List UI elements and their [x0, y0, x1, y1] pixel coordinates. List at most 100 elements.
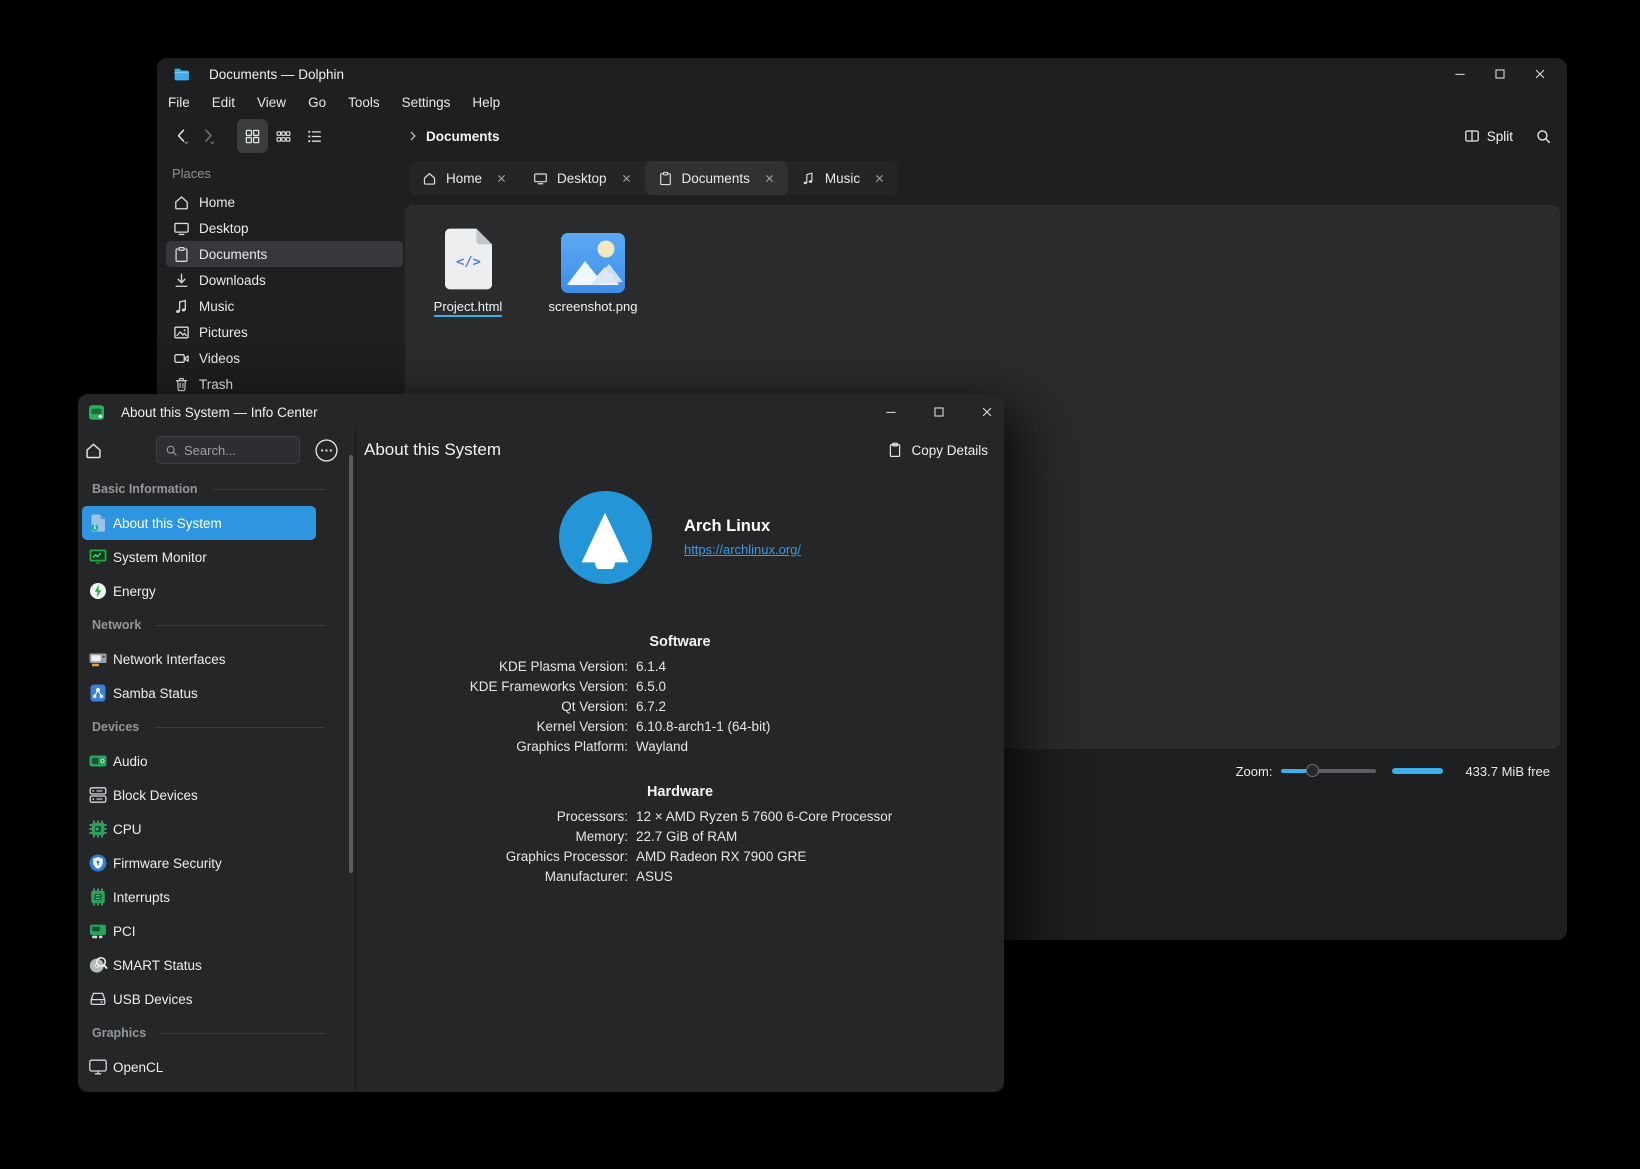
- place-item[interactable]: Pictures: [166, 319, 403, 345]
- infocenter-window: About this System — Info Center: [78, 394, 1004, 1092]
- infocenter-left-pane: Basic Information About this System Sy: [78, 430, 355, 1092]
- folder-tab[interactable]: Music: [788, 161, 898, 195]
- file-item[interactable]: </> Project.html: [413, 221, 523, 317]
- sidebar-item-label: Graphics: [92, 1026, 146, 1040]
- search-field[interactable]: [156, 436, 300, 464]
- zoom-slider-handle[interactable]: [1306, 764, 1319, 777]
- split-button[interactable]: Split: [1464, 128, 1513, 144]
- back-button[interactable]: [169, 120, 195, 152]
- icons-view-button[interactable]: [237, 119, 268, 153]
- distro-logo: [559, 491, 652, 584]
- close-button[interactable]: [980, 405, 994, 419]
- sidebar-item[interactable]: Firmware Security: [82, 846, 316, 880]
- details-view-button[interactable]: [299, 119, 330, 153]
- sidebar-item[interactable]: Devices: [82, 710, 325, 744]
- copy-details-button[interactable]: Copy Details: [887, 442, 988, 458]
- dolphin-titlebar[interactable]: Documents — Dolphin: [157, 58, 1567, 90]
- info-value: 6.10.8-arch1-1 (64-bit): [636, 717, 1004, 737]
- sidebar-item[interactable]: Energy: [82, 574, 316, 608]
- minimize-button[interactable]: [884, 405, 898, 419]
- search-button[interactable]: [1535, 127, 1553, 145]
- close-button[interactable]: [1533, 67, 1547, 81]
- distro-url-link[interactable]: https://archlinux.org/: [684, 542, 801, 557]
- block-devices-icon: [88, 785, 108, 805]
- zoom-slider[interactable]: [1281, 769, 1376, 773]
- maximize-button[interactable]: [1493, 67, 1507, 81]
- home-nav-button[interactable]: [84, 441, 103, 460]
- menu-item[interactable]: Help: [461, 95, 511, 110]
- hardware-heading: Hardware: [356, 784, 1004, 800]
- breadcrumb-folder[interactable]: Documents: [426, 129, 500, 144]
- menu-item[interactable]: Tools: [337, 95, 391, 110]
- sidebar-item[interactable]: Network Interfaces: [82, 642, 316, 676]
- info-label: Memory:: [356, 827, 628, 847]
- sidebar-item[interactable]: PCI: [82, 914, 316, 948]
- sidebar-item[interactable]: Samba Status: [82, 676, 316, 710]
- copy-details-label: Copy Details: [911, 443, 988, 458]
- info-row: Graphics Platform: Wayland: [356, 737, 1004, 757]
- place-item[interactable]: Music: [166, 293, 403, 319]
- menu-item[interactable]: Settings: [391, 95, 462, 110]
- infocenter-titlebar[interactable]: About this System — Info Center: [78, 394, 1004, 430]
- info-value: AMD Radeon RX 7900 GRE: [636, 847, 1004, 867]
- place-item[interactable]: Videos: [166, 345, 403, 371]
- menu-item[interactable]: View: [246, 95, 297, 110]
- menu-item[interactable]: Go: [297, 95, 337, 110]
- sidebar-item[interactable]: OpenCL: [82, 1050, 316, 1084]
- compact-view-button[interactable]: [268, 119, 299, 153]
- place-item[interactable]: Downloads: [166, 267, 403, 293]
- menu-item[interactable]: File: [157, 95, 201, 110]
- close-small-icon[interactable]: [621, 173, 632, 184]
- minimize-button[interactable]: [1453, 67, 1467, 81]
- info-label: KDE Frameworks Version:: [356, 677, 628, 697]
- search-input[interactable]: [184, 443, 291, 458]
- sidebar-item[interactable]: USB Devices: [82, 982, 316, 1016]
- close-small-icon[interactable]: [764, 173, 775, 184]
- pictures-icon: [173, 324, 190, 341]
- overflow-menu-button[interactable]: [314, 438, 339, 463]
- videos-icon: [173, 350, 190, 367]
- usb-icon: [88, 989, 108, 1009]
- place-item[interactable]: Home: [166, 189, 403, 215]
- sidebar-scrollbar[interactable]: [349, 455, 353, 873]
- breadcrumb[interactable]: Documents: [406, 129, 500, 144]
- info-label: Graphics Processor:: [356, 847, 628, 867]
- close-small-icon[interactable]: [874, 173, 885, 184]
- sidebar-item-label: Samba Status: [113, 686, 198, 701]
- info-value: ASUS: [636, 867, 1004, 887]
- place-item[interactable]: Documents: [166, 241, 403, 267]
- search-icon: [165, 444, 178, 457]
- place-item[interactable]: Desktop: [166, 215, 403, 241]
- sidebar-item[interactable]: Block Devices: [82, 778, 316, 812]
- folder-tab[interactable]: Home: [409, 161, 520, 195]
- info-value: 6.7.2: [636, 697, 1004, 717]
- sidebar-item-label: Audio: [113, 754, 148, 769]
- sidebar-item[interactable]: Interrupts: [82, 880, 316, 914]
- place-label: Pictures: [199, 325, 248, 340]
- info-label: Qt Version:: [356, 697, 628, 717]
- distro-name: Arch Linux: [684, 517, 801, 536]
- sidebar-item[interactable]: CPU: [82, 812, 316, 846]
- maximize-button[interactable]: [932, 405, 946, 419]
- info-row: Memory: 22.7 GiB of RAM: [356, 827, 1004, 847]
- file-item[interactable]: screenshot.png: [538, 221, 648, 316]
- section-divider: [213, 489, 325, 490]
- folder-app-icon: [173, 66, 190, 83]
- close-small-icon[interactable]: [496, 173, 507, 184]
- sidebar-item[interactable]: Audio: [82, 744, 316, 778]
- tab-label: Desktop: [557, 171, 607, 186]
- sidebar-item[interactable]: SMART Status: [82, 948, 316, 982]
- sidebar-item[interactable]: Graphics: [82, 1016, 325, 1050]
- page-title: About this System: [364, 440, 501, 460]
- menu-item[interactable]: Edit: [201, 95, 246, 110]
- infocenter-nav-toolbar: [78, 430, 355, 470]
- forward-button[interactable]: [195, 120, 221, 152]
- folder-tab[interactable]: Desktop: [520, 161, 645, 195]
- sidebar-item[interactable]: Basic Information: [82, 472, 325, 506]
- sidebar-item[interactable]: About this System: [82, 506, 316, 540]
- sidebar-item[interactable]: Network: [82, 608, 325, 642]
- desktop: Documents — Dolphin FileEditViewGoToolsS…: [0, 0, 1640, 1169]
- folder-tab[interactable]: Documents: [645, 161, 788, 195]
- sidebar-item[interactable]: System Monitor: [82, 540, 316, 574]
- about-system-content: Arch Linux https://archlinux.org/ Softwa…: [356, 470, 1004, 1092]
